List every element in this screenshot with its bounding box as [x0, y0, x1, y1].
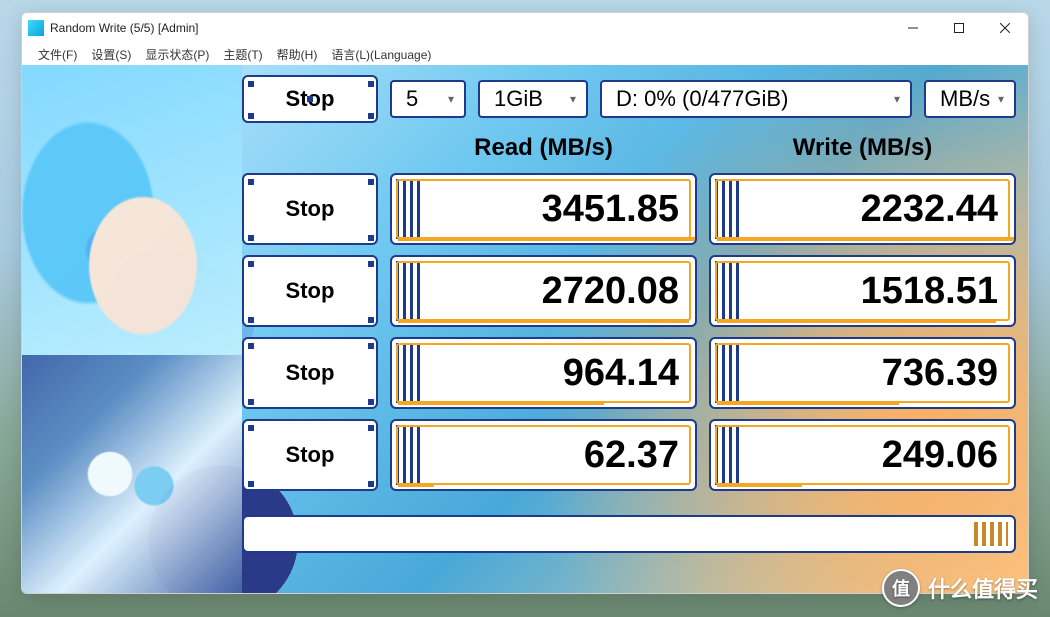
drive-select[interactable]: D: 0% (0/477GiB) ▾: [600, 80, 912, 118]
result-row: Stop 964.14 736.39: [242, 337, 1016, 409]
test-button-label: Stop: [286, 278, 335, 304]
read-value: 964.14: [563, 352, 679, 395]
progress-indicator-icon: [974, 522, 1008, 546]
maximize-button[interactable]: [936, 13, 982, 43]
gauge-stripes-icon: [715, 261, 741, 321]
theme-background-character: [22, 65, 242, 593]
column-headers: Read (MB/s) Write (MB/s): [242, 133, 1016, 163]
gauge-stripes-icon: [396, 261, 422, 321]
menu-settings[interactable]: 设置(S): [85, 44, 137, 65]
read-value: 2720.08: [542, 270, 679, 313]
write-value: 1518.51: [861, 270, 998, 313]
test-size-select[interactable]: 1GiB ▾: [478, 80, 588, 118]
watermark-badge: 值: [882, 569, 920, 607]
benchmark-panel: Stop 5 ▾ 1GiB ▾ D: 0% (0/477GiB) ▾ MB/s …: [242, 75, 1016, 581]
window-title: Random Write (5/5) [Admin]: [50, 21, 199, 35]
menubar: 文件(F) 设置(S) 显示状态(P) 主题(T) 帮助(H) 语言(L)(La…: [22, 43, 1028, 65]
gauge-stripes-icon: [715, 425, 741, 485]
read-result-cell: 2720.08: [390, 255, 697, 327]
read-value: 3451.85: [542, 188, 679, 231]
header-write: Write (MB/s): [709, 134, 1016, 162]
run-all-label: Stop: [286, 86, 335, 112]
test-button-label: Stop: [286, 442, 335, 468]
run-all-button[interactable]: Stop: [242, 75, 378, 123]
watermark-text: 什么值得买: [928, 572, 1038, 604]
app-icon: [28, 20, 44, 36]
write-result-cell: 736.39: [709, 337, 1016, 409]
test-count-select[interactable]: 5 ▾: [390, 80, 466, 118]
write-result-cell: 2232.44: [709, 173, 1016, 245]
minimize-button[interactable]: [890, 13, 936, 43]
result-row: Stop 3451.85 2232.44: [242, 173, 1016, 245]
test-button-2[interactable]: Stop: [242, 337, 378, 409]
test-button-3[interactable]: Stop: [242, 419, 378, 491]
menu-theme[interactable]: 主题(T): [217, 44, 268, 65]
gauge-fill: [717, 401, 899, 405]
progress-bar: [242, 515, 1016, 553]
gauge-fill: [398, 237, 697, 241]
chevron-down-icon: ▾: [570, 92, 576, 106]
gauge-stripes-icon: [396, 343, 422, 403]
gauge-fill: [717, 319, 996, 323]
write-result-cell: 1518.51: [709, 255, 1016, 327]
drive-value: D: 0% (0/477GiB): [616, 86, 788, 112]
menu-display[interactable]: 显示状态(P): [139, 44, 215, 65]
watermark: 值 什么值得买: [882, 569, 1038, 607]
write-result-cell: 249.06: [709, 419, 1016, 491]
gauge-fill: [398, 483, 434, 487]
result-row: Stop 62.37 249.06: [242, 419, 1016, 491]
gauge-fill: [398, 401, 604, 405]
test-count-value: 5: [406, 86, 418, 112]
gauge-stripes-icon: [715, 343, 741, 403]
close-button[interactable]: [982, 13, 1028, 43]
write-value: 249.06: [882, 434, 998, 477]
test-button-label: Stop: [286, 196, 335, 222]
unit-value: MB/s: [940, 86, 990, 112]
gauge-stripes-icon: [396, 179, 422, 239]
test-button-1[interactable]: Stop: [242, 255, 378, 327]
gauge-fill: [717, 483, 802, 487]
write-value: 736.39: [882, 352, 998, 395]
menu-language[interactable]: 语言(L)(Language): [325, 44, 437, 65]
window-controls: [890, 13, 1028, 43]
chevron-down-icon: ▾: [894, 92, 900, 106]
write-value: 2232.44: [861, 188, 998, 231]
header-read: Read (MB/s): [390, 134, 697, 162]
content-area: Stop 5 ▾ 1GiB ▾ D: 0% (0/477GiB) ▾ MB/s …: [22, 65, 1028, 593]
chevron-down-icon: ▾: [448, 92, 454, 106]
menu-file[interactable]: 文件(F): [32, 44, 83, 65]
test-size-value: 1GiB: [494, 86, 543, 112]
read-result-cell: 964.14: [390, 337, 697, 409]
menu-help[interactable]: 帮助(H): [271, 44, 324, 65]
result-row: Stop 2720.08 1518.51: [242, 255, 1016, 327]
test-button-0[interactable]: Stop: [242, 173, 378, 245]
gauge-stripes-icon: [715, 179, 741, 239]
gauge-fill: [398, 319, 689, 323]
read-value: 62.37: [584, 434, 679, 477]
test-button-label: Stop: [286, 360, 335, 386]
gauge-stripes-icon: [396, 425, 422, 485]
read-result-cell: 3451.85: [390, 173, 697, 245]
controls-row: Stop 5 ▾ 1GiB ▾ D: 0% (0/477GiB) ▾ MB/s …: [242, 75, 1016, 123]
unit-select[interactable]: MB/s ▾: [924, 80, 1016, 118]
gauge-fill: [717, 237, 1016, 241]
result-rows: Stop3451.852232.44Stop2720.081518.51Stop…: [242, 173, 1016, 501]
chevron-down-icon: ▾: [998, 92, 1004, 106]
read-result-cell: 62.37: [390, 419, 697, 491]
app-window: Random Write (5/5) [Admin] 文件(F) 设置(S) 显…: [21, 12, 1029, 594]
titlebar: Random Write (5/5) [Admin]: [22, 13, 1028, 43]
